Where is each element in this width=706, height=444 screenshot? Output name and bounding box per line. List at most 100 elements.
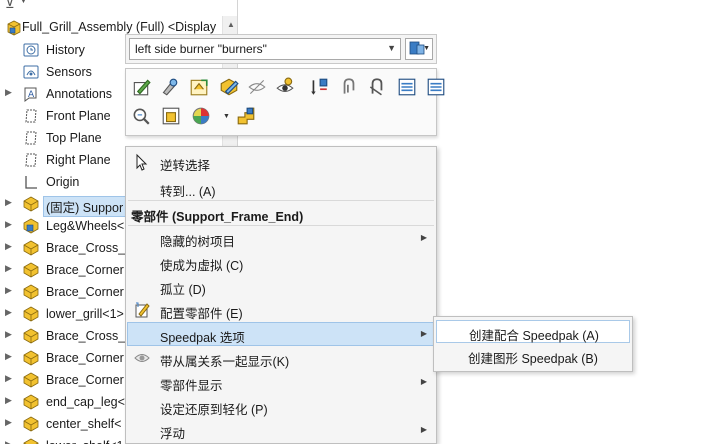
part-icon [22, 393, 40, 411]
chevron-right-icon[interactable]: ▶ [5, 351, 12, 362]
menu-item-label: 带从属关系一起显示(K) [160, 355, 290, 369]
part-icon [22, 437, 40, 444]
chevron-right-icon[interactable]: ▶ [5, 197, 12, 208]
submenu-item[interactable]: 创建配合 Speedpak (A) [436, 320, 630, 343]
view-mates-button[interactable] [397, 77, 419, 99]
properties-button[interactable] [426, 77, 448, 99]
menu-item-label: 孤立 (D) [160, 283, 206, 297]
menu-item[interactable]: 孤立 (D) [127, 274, 435, 298]
chevron-right-icon: ▶ [420, 377, 427, 386]
menu-item[interactable]: 逆转选择 [127, 150, 435, 174]
make-virtual-button[interactable] [219, 77, 241, 99]
hide-icon [247, 79, 267, 100]
open-part-button[interactable] [189, 77, 211, 99]
svg-text:A: A [28, 90, 35, 100]
part-icon [22, 327, 40, 345]
hide-button[interactable] [247, 77, 269, 99]
part-icon [22, 195, 40, 213]
chevron-right-icon[interactable]: ▶ [5, 307, 12, 318]
paperclip-button[interactable] [367, 77, 389, 99]
chevron-right-icon[interactable]: ▶ [5, 241, 12, 252]
submenu-item[interactable]: 创建图形 Speedpak (B) [436, 344, 630, 367]
cursor-icon [133, 153, 151, 171]
smart-fastener-button[interactable] [159, 77, 181, 99]
menu-item[interactable]: 带从属关系一起显示(K) [127, 346, 435, 370]
plane-icon [22, 129, 40, 147]
chevron-down-icon[interactable]: ▼ [20, 0, 27, 5]
open-part-icon [189, 79, 209, 100]
chevron-down-icon[interactable]: ▼ [387, 43, 396, 53]
edit-part-icon [131, 79, 151, 100]
menu-item[interactable]: Speedpak 选项 ▶ [127, 322, 435, 346]
root-assembly-label: Full_Grill_Assembly (Full) <Display [22, 20, 217, 34]
chevron-down-icon[interactable]: ▼ [223, 113, 230, 120]
menu-item-label: 配置零部件 (E) [160, 307, 243, 321]
part-icon [22, 415, 40, 433]
tree-item-label: Front Plane [46, 109, 111, 123]
menu-item[interactable]: 零部件显示 ▶ [127, 370, 435, 394]
context-menu: 零部件 (Support_Frame_End) 逆转选择 转到... (A) 隐藏的… [125, 146, 437, 444]
menu-item-label: 逆转选择 [160, 159, 211, 173]
component-display-button[interactable] [161, 106, 183, 128]
filter-icon[interactable]: ⊻ [5, 0, 15, 12]
appearance-icon [191, 107, 211, 129]
assembly-icon [7, 20, 21, 36]
chevron-right-icon[interactable]: ▶ [5, 439, 12, 444]
chevron-right-icon: ▶ [420, 425, 427, 434]
tree-item-label: Brace_Corner [46, 373, 124, 387]
fix-button[interactable] [309, 77, 331, 99]
menu-item-label: 隐藏的树项目 [160, 235, 236, 249]
move-component-button[interactable] [236, 106, 258, 128]
configure-icon [133, 301, 151, 319]
part-icon [22, 283, 40, 301]
tree-item-label: Brace_Cross_E [46, 329, 134, 343]
tree-filter-row: ⊻ ▼ [0, 0, 237, 14]
menu-item[interactable]: 设定还原到轻化 (P) [127, 394, 435, 418]
part-icon [22, 239, 40, 257]
tree-item-label: Brace_Corner [46, 263, 124, 277]
chevron-right-icon[interactable]: ▶ [5, 417, 12, 428]
mate-icon [339, 78, 359, 100]
menu-item-label: 转到... (A) [160, 185, 216, 199]
menu-item-label: 设定还原到轻化 (P) [160, 403, 268, 417]
tree-item-label: Right Plane [46, 153, 111, 167]
menu-item[interactable]: 配置零部件 (E) [127, 298, 435, 322]
isolate-icon [275, 77, 295, 100]
tree-item-label: Annotations [46, 87, 113, 101]
mate-button[interactable] [339, 77, 361, 99]
edit-part-button[interactable] [131, 77, 153, 99]
menu-item[interactable]: 使成为虚拟 (C) [127, 250, 435, 274]
annotations-icon: A [22, 85, 40, 103]
menu-item[interactable]: 浮动 ▶ [127, 418, 435, 442]
tree-item-label: Sensors [46, 65, 92, 79]
chevron-right-icon: ▶ [420, 233, 427, 242]
selection-combo[interactable]: left side burner "burners" ▼ [129, 38, 401, 60]
tree-item-label: center_shelf< [46, 417, 122, 431]
menu-item-label: 浮动 [160, 427, 186, 441]
appearance-button[interactable] [191, 106, 213, 128]
chevron-right-icon[interactable]: ▶ [5, 329, 12, 340]
chevron-right-icon[interactable]: ▶ [5, 373, 12, 384]
chevron-right-icon[interactable]: ▶ [5, 285, 12, 296]
menu-item[interactable]: 转到... (A) [127, 176, 435, 200]
view-mates-icon [397, 78, 417, 100]
zoom-to-selection-button[interactable] [131, 106, 153, 128]
menu-separator [128, 200, 434, 201]
menu-item[interactable]: 隐藏的树项目 ▶ [127, 226, 435, 250]
tree-item-label: lower_grill<1> [46, 307, 124, 321]
selection-filter-button[interactable]: ▼ [405, 38, 433, 60]
isolate-button[interactable] [275, 77, 297, 99]
move-component-icon [236, 107, 256, 129]
tree-item-label: end_cap_leg< [46, 395, 125, 409]
chevron-right-icon[interactable]: ▶ [5, 87, 12, 98]
plane-icon [22, 107, 40, 125]
chevron-down-icon[interactable]: ▼ [423, 45, 430, 52]
part-icon [22, 349, 40, 367]
chevron-right-icon[interactable]: ▶ [5, 263, 12, 274]
chevron-right-icon[interactable]: ▶ [5, 395, 12, 406]
component-display-icon [161, 107, 181, 129]
scroll-up-icon[interactable]: ▲ [227, 20, 235, 29]
submenu-item-label: 创建配合 Speedpak (A) [469, 329, 599, 343]
chevron-right-icon[interactable]: ▶ [5, 219, 12, 230]
history-icon [22, 41, 40, 59]
